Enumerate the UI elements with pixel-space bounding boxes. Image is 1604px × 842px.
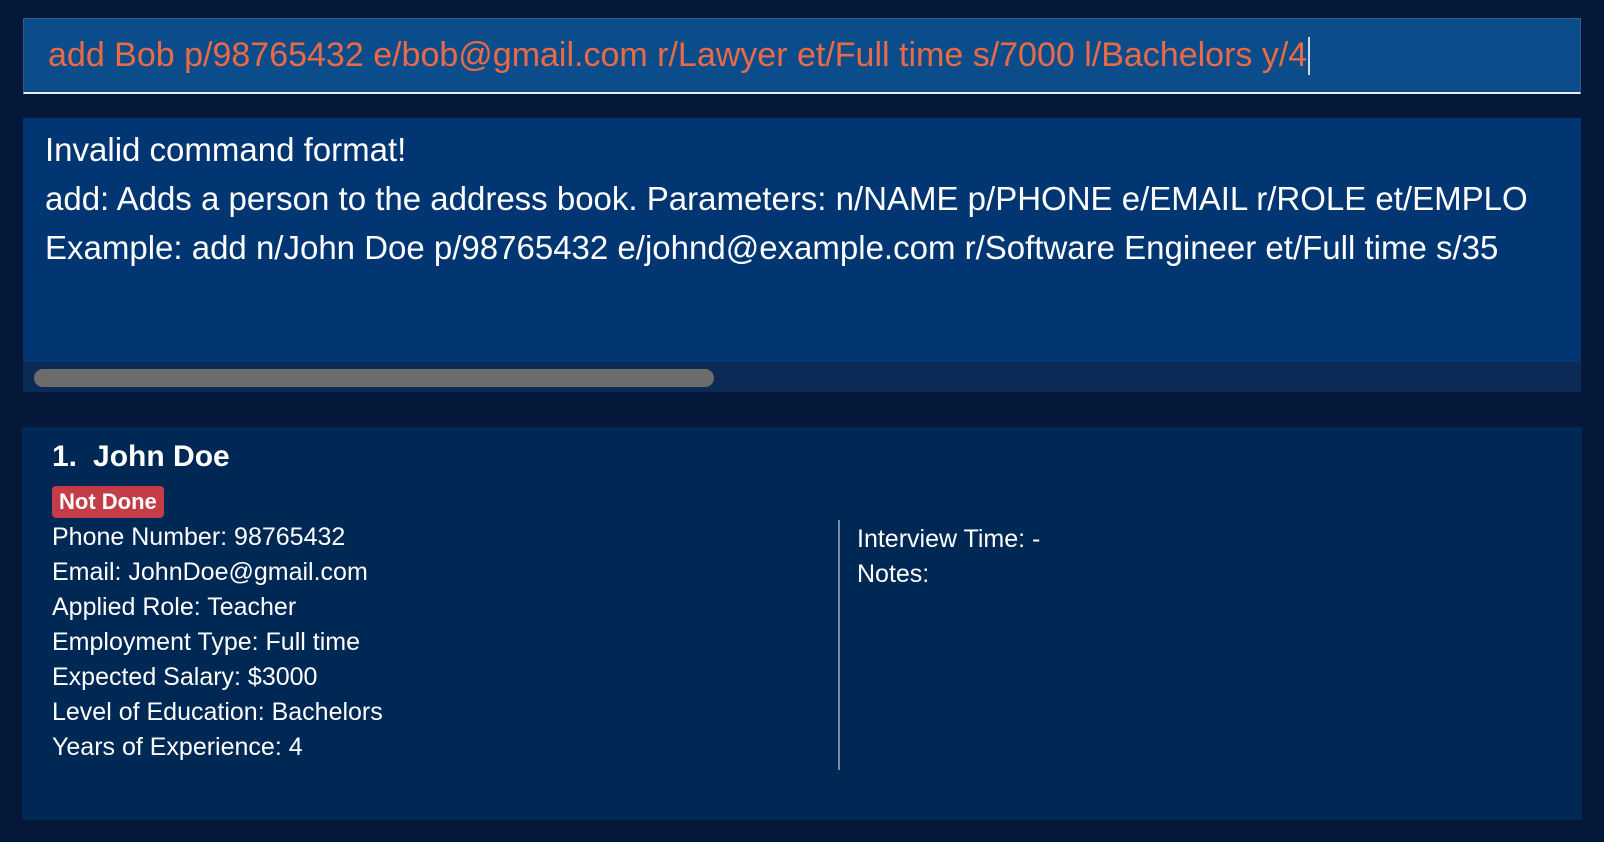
phone-field: Phone Number: 98765432: [52, 523, 346, 551]
column-divider: [838, 520, 840, 770]
result-line-usage: add: Adds a person to the address book. …: [45, 180, 1528, 217]
email-field: Email: JohnDoe@gmail.com: [52, 558, 368, 586]
person-name-heading: 1. John Doe: [52, 440, 230, 474]
command-input-text[interactable]: add Bob p/98765432 e/bob@gmail.com r/Law…: [48, 36, 1307, 75]
interview-time-field: Interview Time: -: [857, 525, 1041, 553]
horizontal-scrollbar[interactable]: [23, 362, 1581, 392]
result-line-error: Invalid command format!: [45, 131, 407, 168]
employment-type-field: Employment Type: Full time: [52, 628, 360, 656]
role-field: Applied Role: Teacher: [52, 593, 297, 621]
scrollbar-thumb[interactable]: [34, 369, 714, 387]
person-card[interactable]: 1. John Doe Not Done Phone Number: 987654…: [22, 427, 1582, 820]
notes-field: Notes:: [857, 560, 930, 588]
person-index: 1.: [52, 440, 78, 473]
command-input[interactable]: add Bob p/98765432 e/bob@gmail.com r/Law…: [23, 18, 1581, 94]
salary-field: Expected Salary: $3000: [52, 663, 318, 691]
result-display: Invalid command format! add: Adds a pers…: [23, 118, 1581, 362]
experience-field: Years of Experience: 4: [52, 733, 303, 761]
result-line-example: Example: add n/John Doe p/98765432 e/joh…: [45, 229, 1499, 266]
person-name: John Doe: [93, 440, 230, 473]
education-field: Level of Education: Bachelors: [52, 698, 383, 726]
text-caret: [1308, 36, 1311, 75]
status-badge: Not Done: [52, 486, 164, 518]
